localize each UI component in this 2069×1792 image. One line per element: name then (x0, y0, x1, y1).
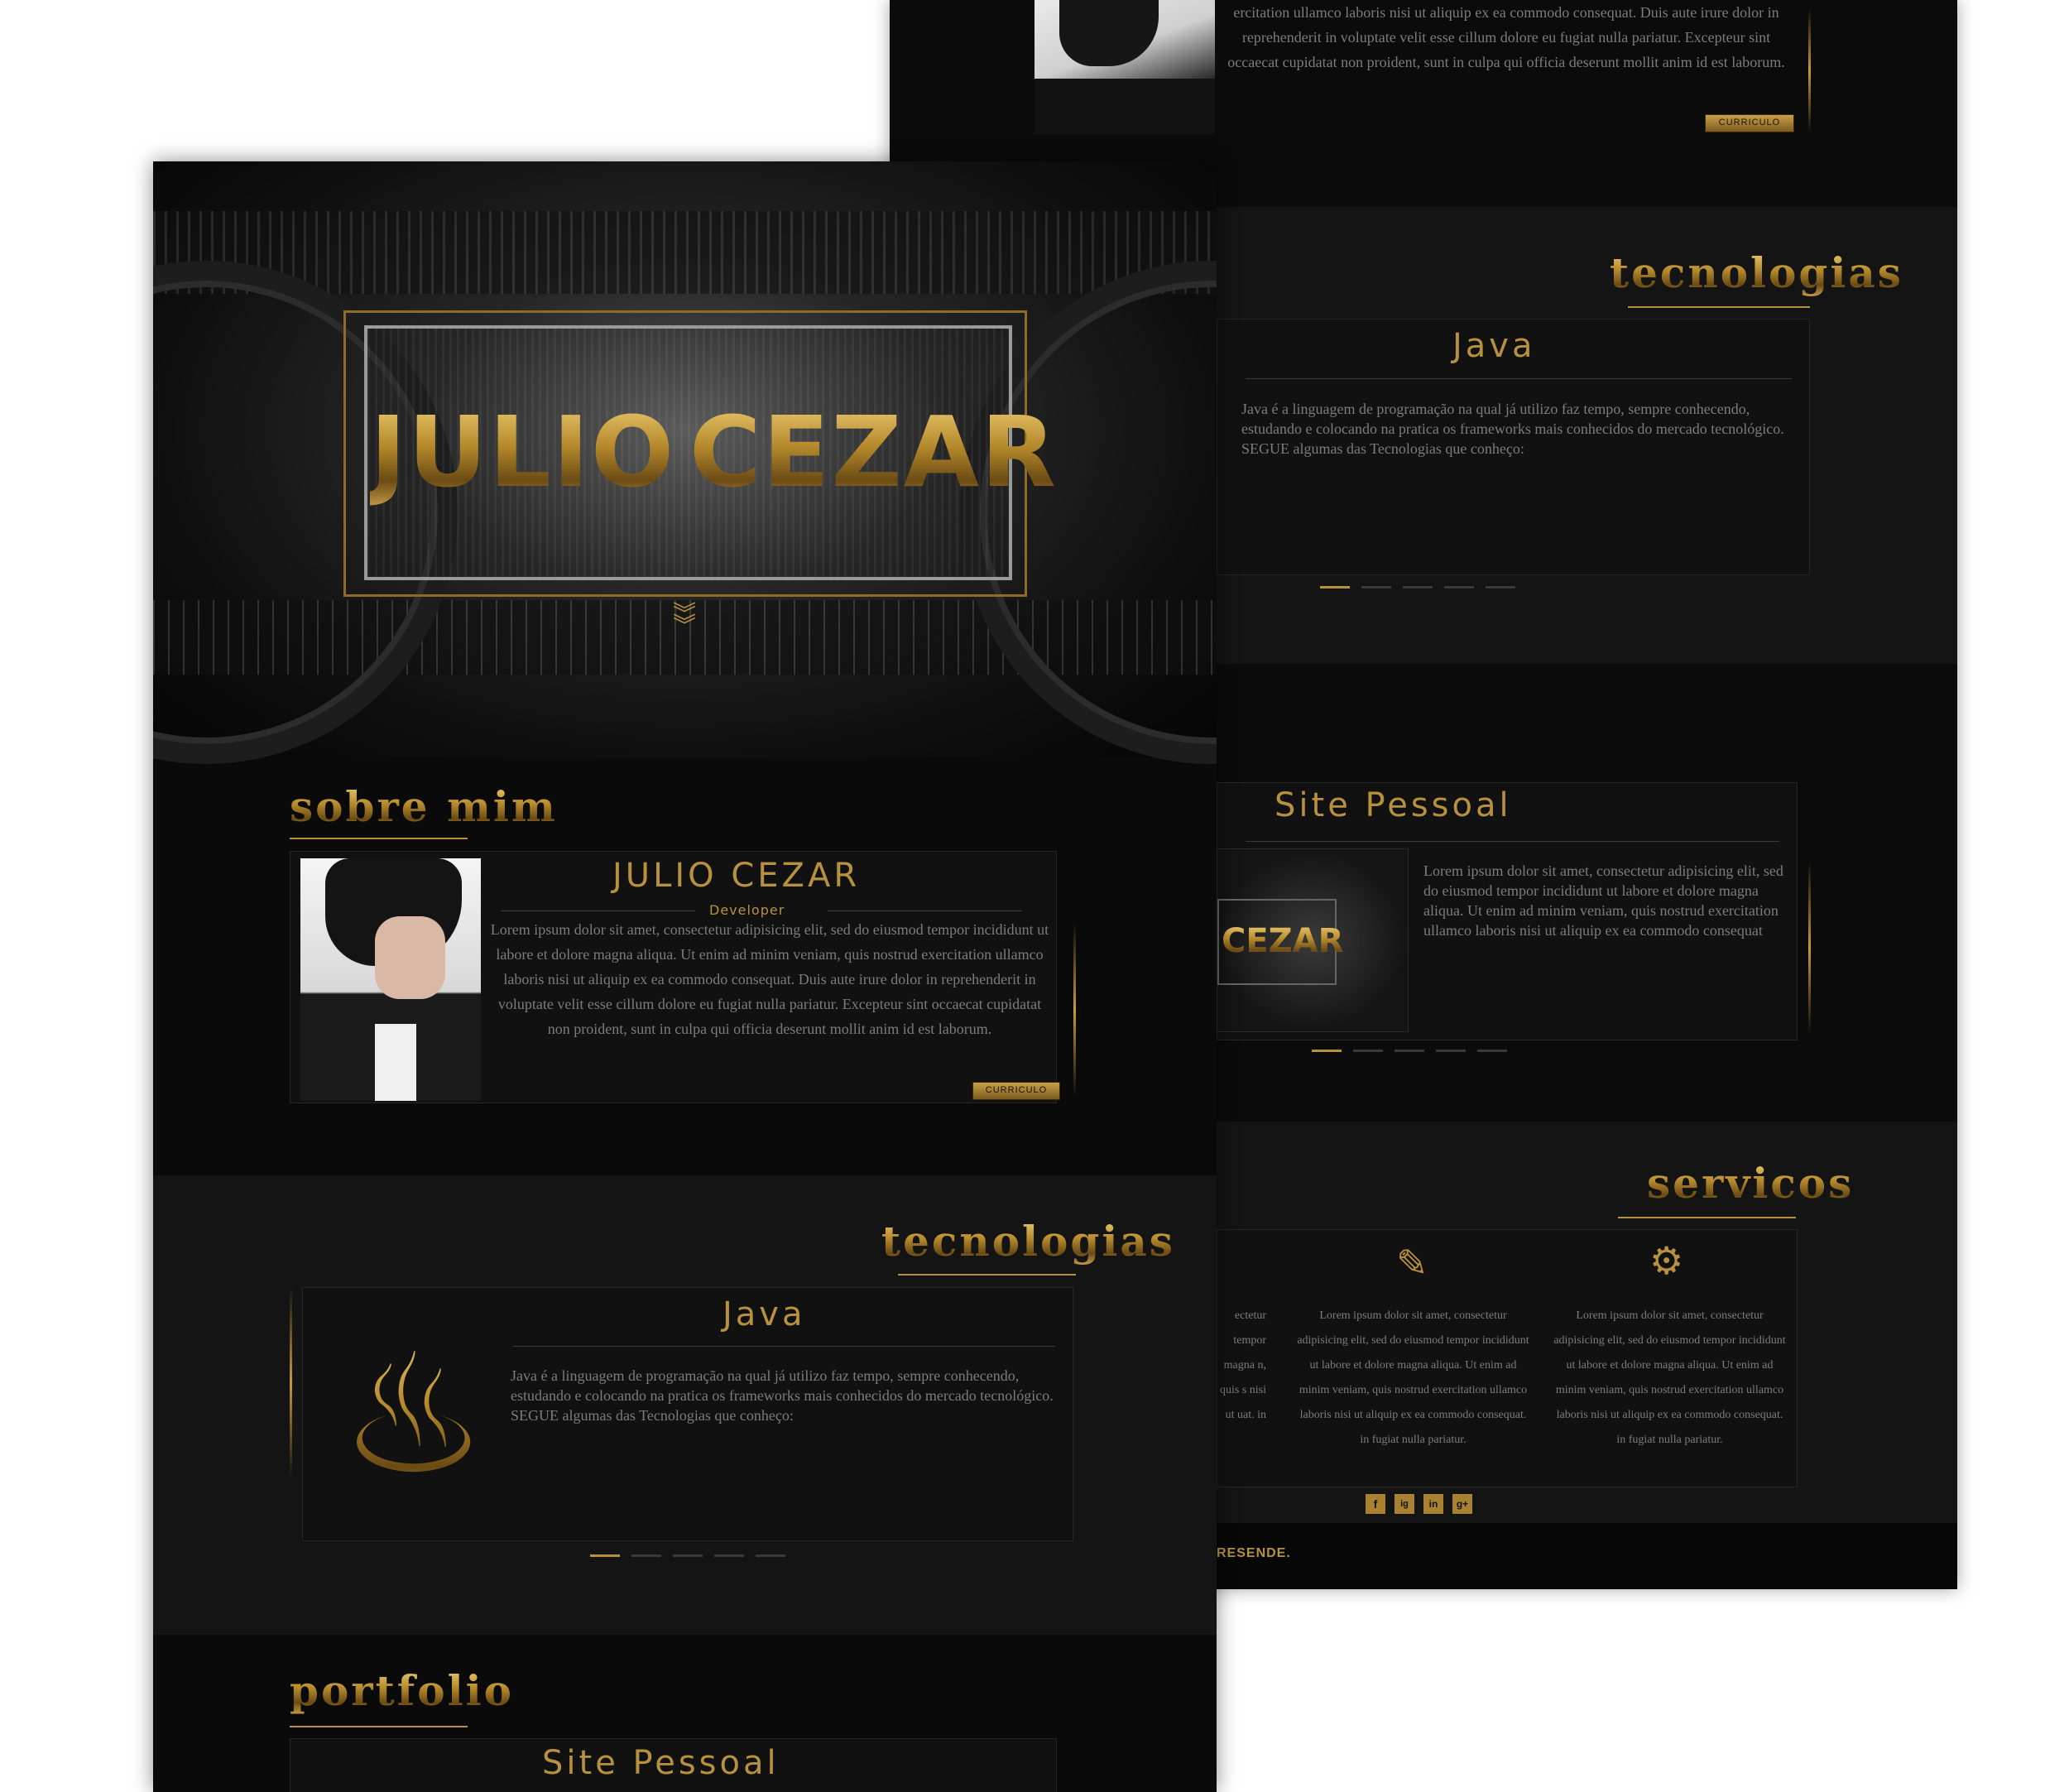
back-about-text: ercitation ullamco laboris nisi ut aliqu… (1227, 4, 1785, 70)
back-tec-title: Java (1452, 327, 1536, 365)
about-photo (300, 858, 481, 1101)
back-servicos-heading: servicos (1647, 1159, 1855, 1208)
tec-title: Java (722, 1295, 806, 1333)
hero-top-circuit (153, 211, 1217, 294)
hero-name-last: CEZAR (689, 395, 1058, 509)
back-portfolio-thumb[interactable]: CEZAR (1217, 848, 1409, 1032)
about-divider-left (501, 910, 695, 911)
back-tec-dot-1[interactable] (1320, 586, 1350, 589)
facebook-icon[interactable]: f (1366, 1494, 1385, 1514)
back-portfolio-dot-3[interactable] (1395, 1050, 1424, 1052)
back-curriculo-button[interactable]: CURRICULO (1705, 114, 1794, 132)
sobre-underline (290, 838, 468, 839)
about-text: Lorem ipsum dolor sit amet, consectetur … (490, 921, 1049, 1037)
back-portfolio-dot-2[interactable] (1353, 1050, 1383, 1052)
photo-shirt (375, 1024, 416, 1101)
back-tec-heading: tecnologias (1610, 248, 1903, 297)
sobre-heading: sobre mim (290, 782, 558, 831)
back-portfolio-divider (1246, 841, 1779, 842)
back-tec-dot-3[interactable] (1403, 586, 1433, 589)
tec-dot-1[interactable] (590, 1554, 620, 1557)
about-divider-right (828, 910, 1022, 911)
about-role: Developer (709, 902, 785, 918)
back-thumb-text: CEZAR (1222, 922, 1344, 960)
back-servicos-underline (1618, 1217, 1796, 1218)
tec-dot-4[interactable] (714, 1554, 744, 1557)
curriculo-button[interactable]: CURRICULO (972, 1082, 1060, 1100)
back-tec-dot-4[interactable] (1444, 586, 1474, 589)
back-portfolio-text: Lorem ipsum dolor sit amet, consectetur … (1423, 862, 1783, 939)
back-portfolio-dot-1[interactable] (1312, 1050, 1342, 1052)
back-portfolio-dot-5[interactable] (1477, 1050, 1507, 1052)
tec-dot-3[interactable] (673, 1554, 703, 1557)
portfolio-underline (290, 1726, 468, 1727)
about-goldline (1073, 923, 1076, 1097)
portfolio-title: Site Pessoal (542, 1744, 780, 1782)
portfolio-heading: portfolio (290, 1666, 514, 1715)
java-logo-icon: ♨ (339, 1312, 487, 1519)
back-portfolio-goldline (1808, 861, 1811, 1035)
back-about-photo (1034, 0, 1215, 134)
linkedin-icon[interactable]: in (1423, 1494, 1443, 1514)
back-tec-underline (1628, 306, 1810, 308)
tec-heading: tecnologias (881, 1217, 1175, 1266)
scroll-down-chevrons-icon[interactable]: ︾ ︾ (670, 603, 698, 637)
tec-underline (898, 1274, 1076, 1276)
service-col-1-text: Lorem ipsum dolor sit amet, consectetur … (1297, 1309, 1529, 1446)
back-portfolio-dot-4[interactable] (1436, 1050, 1466, 1052)
edit-icon[interactable]: ✎ (1396, 1244, 1428, 1282)
photo-face (375, 916, 445, 999)
tec-goldline (290, 1287, 292, 1477)
hero-banner: JULIO CEZAR ︾ ︾ (153, 161, 1217, 764)
front-page: JULIO CEZAR ︾ ︾ sobre mim JULIO CEZAR Dev… (153, 161, 1217, 1792)
tec-dot-2[interactable] (631, 1554, 661, 1557)
googleplus-icon[interactable]: g+ (1452, 1494, 1472, 1514)
back-tec-divider (1246, 378, 1792, 379)
back-tec-dot-2[interactable] (1361, 586, 1391, 589)
back-photo-jacket (1034, 79, 1215, 134)
tec-dot-5[interactable] (756, 1554, 785, 1557)
back-photo-hair (1059, 0, 1159, 66)
instagram-icon[interactable]: ig (1395, 1494, 1414, 1514)
back-tec-dot-5[interactable] (1486, 586, 1515, 589)
about-name: JULIO CEZAR (612, 857, 861, 895)
back-tec-text: Java é a linguagem de programação na qua… (1241, 401, 1784, 457)
tec-text: Java é a linguagem de programação na qua… (511, 1367, 1054, 1424)
back-portfolio-title: Site Pessoal (1275, 786, 1512, 824)
back-about-goldline (1808, 8, 1811, 132)
gears-icon[interactable]: ⚙ (1649, 1242, 1683, 1280)
service-col-partial: ectetur tempor magna n, quis s nisi ut u… (1219, 1309, 1266, 1421)
hero-name-first: JULIO (370, 395, 676, 509)
footer-text: RESENDE. (1217, 1546, 1291, 1560)
service-col-2-text: Lorem ipsum dolor sit amet, consectetur … (1553, 1309, 1786, 1446)
tec-divider (513, 1346, 1055, 1347)
